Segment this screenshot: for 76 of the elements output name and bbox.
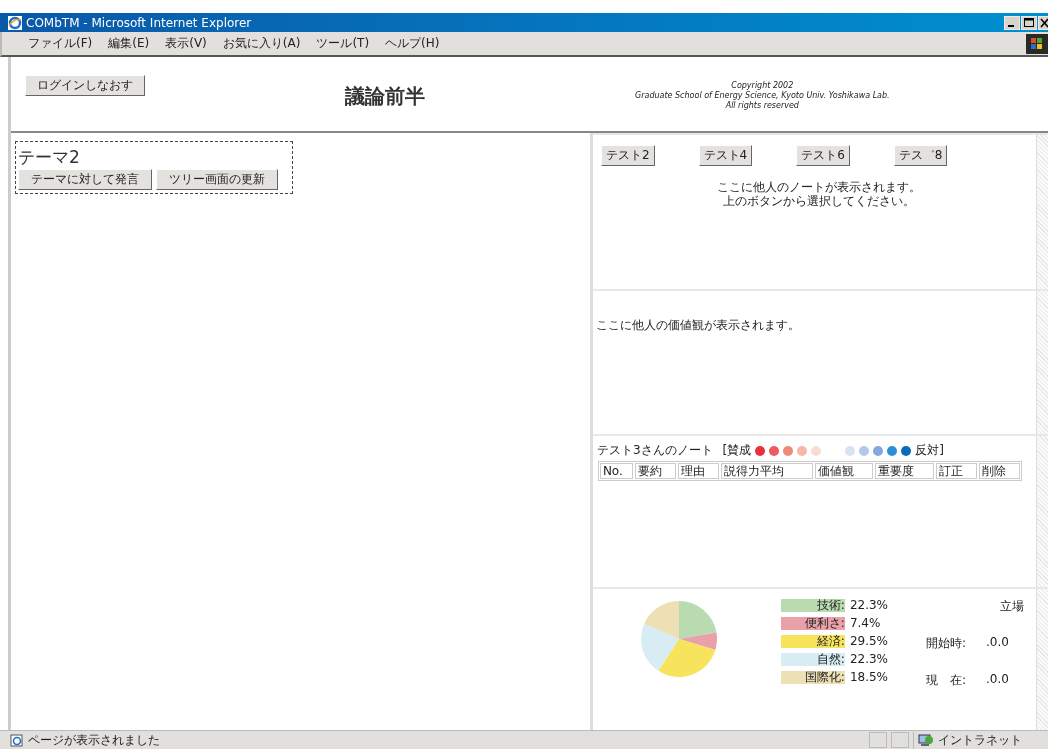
column-header: 理由 (678, 463, 720, 479)
menu-item[interactable]: 表示(V) (165, 35, 207, 52)
opinion-dot[interactable] (901, 445, 912, 456)
agree-label: [賛成 (722, 442, 752, 459)
opinion-dot[interactable] (873, 445, 884, 456)
user-button[interactable]: テスト4 (698, 145, 753, 166)
theme-button[interactable]: ツリー画面の更新 (156, 169, 278, 190)
flag-logo-icon (1026, 33, 1048, 54)
page-title: 議論前半 (345, 83, 425, 110)
legend-label: 経済 (816, 633, 841, 648)
stance-label: 開始時: (926, 635, 968, 652)
user-button[interactable]: テス゛8 (893, 145, 948, 166)
column-header: No. (599, 463, 634, 479)
column-header: 説得力平均 (721, 463, 813, 479)
legend-label: 技術 (816, 597, 841, 612)
value-hint: ここに他人の価値観が表示されます。 (595, 317, 800, 334)
legend-value: 22.3% (849, 652, 888, 666)
opinion-dot[interactable] (769, 445, 780, 456)
opinion-dot[interactable] (797, 445, 808, 456)
legend-value: 7.4% (849, 616, 881, 630)
browser-icon (8, 15, 22, 30)
legend-separator: : (840, 597, 845, 612)
stance-label: 現 在: (926, 672, 968, 689)
column-header: 要約 (635, 463, 677, 479)
opinion-dot[interactable] (755, 445, 766, 456)
legend-value: 29.5% (849, 634, 888, 648)
globe-computer-icon (918, 733, 934, 747)
copyright-line: Graduate School of Energy Science, Kyoto Univ. Yoshikawa Lab. (635, 91, 890, 101)
stance-title: 立場 (1000, 598, 1024, 615)
legend-separator: : (840, 633, 845, 648)
stance-value: .0.0 (986, 635, 1009, 651)
column-header: 削除 (978, 463, 1020, 479)
scrollbar[interactable] (1036, 291, 1048, 434)
menu-item[interactable]: ツール(T) (316, 35, 370, 52)
legend-label: 国際化 (804, 669, 841, 684)
opinion-dot[interactable] (783, 445, 794, 456)
menu-item[interactable]: お気に入り(A) (222, 35, 301, 52)
theme-button[interactable]: テーマに対して発言 (18, 169, 152, 190)
disagree-label: 反対] (915, 442, 944, 459)
opinion-dot[interactable] (845, 445, 856, 456)
opinion-dot[interactable] (811, 445, 822, 456)
login-button[interactable]: ログインしなおす (25, 75, 145, 96)
legend-separator: : (840, 615, 845, 630)
theme-title: テーマ2 (18, 146, 81, 169)
maximize-icon[interactable] (1021, 15, 1037, 30)
close-icon[interactable] (1038, 15, 1048, 30)
scrollbar[interactable] (1036, 589, 1048, 730)
copyright-line: All rights reserved (725, 101, 799, 111)
stance-value: .0.0 (986, 672, 1009, 688)
legend-label: 便利さ (804, 615, 841, 630)
legend-separator: : (840, 669, 845, 684)
legend-value: 18.5% (849, 670, 888, 684)
scrollbar[interactable] (1036, 436, 1048, 587)
scrollbar[interactable] (1036, 135, 1048, 289)
window-title: COMbTM - Microsoft Internet Explorer (26, 15, 252, 30)
menu-item[interactable]: ファイル(F) (28, 35, 93, 52)
menu-item[interactable]: ヘルプ(H) (385, 35, 440, 52)
opinion-dot[interactable] (859, 445, 870, 456)
menu-item[interactable]: 編集(E) (108, 35, 150, 52)
user-button[interactable]: テスト6 (796, 145, 850, 166)
legend-separator: : (840, 651, 845, 666)
page-icon (10, 733, 24, 747)
note-hint: ここに他人のノートが表示されます。 (717, 180, 922, 194)
note-title: テスト3さんのノート (596, 442, 713, 459)
status-message: ページが表示されました (28, 731, 161, 749)
user-button[interactable]: テスト2 (600, 145, 655, 166)
note-hint: 上のボタンから選択してください。 (723, 194, 916, 208)
zone-label: イントラネット (938, 731, 1022, 749)
legend-value: 22.3% (849, 598, 888, 612)
opinion-dot[interactable] (887, 445, 898, 456)
column-header: 重要度 (875, 463, 934, 479)
column-header: 価値観 (814, 463, 874, 479)
column-header: 訂正 (935, 463, 977, 479)
legend-label: 自然 (816, 651, 841, 666)
copyright-line: Copyright 2002 (731, 81, 794, 91)
minimize-icon[interactable] (1004, 15, 1020, 30)
